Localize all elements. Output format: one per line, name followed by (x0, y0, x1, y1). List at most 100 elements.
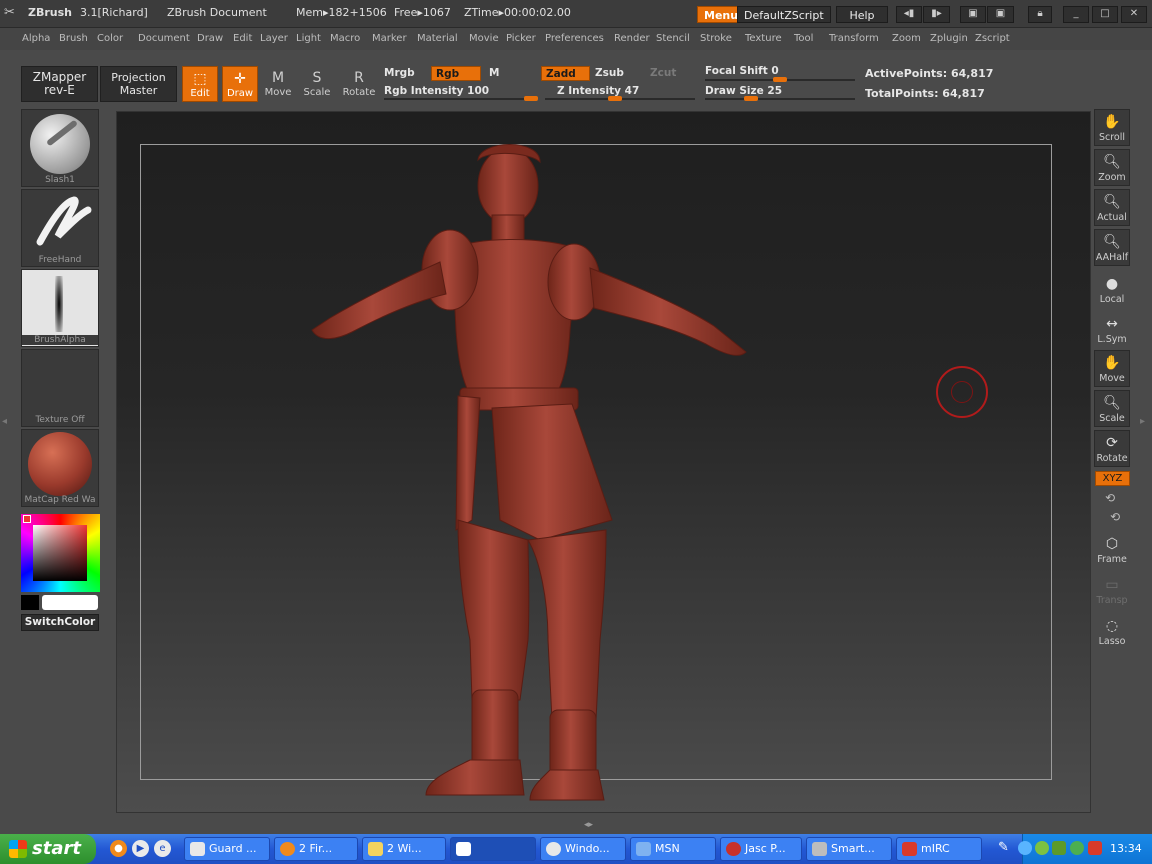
maximize-icon[interactable]: □ (1092, 6, 1118, 23)
menu-macro[interactable]: Macro (330, 33, 360, 44)
taskbar-item-windows-media[interactable]: Windo... (540, 837, 626, 861)
taskbar-item-msn[interactable]: MSN (630, 837, 716, 861)
menu-zoom[interactable]: Zoom (892, 33, 921, 44)
default-zscript-button[interactable]: DefaultZScript (737, 6, 831, 23)
right-tray-arrow-icon[interactable]: ▸ (1140, 416, 1145, 427)
menu-document[interactable]: Document (138, 33, 190, 44)
rotate-y-icon[interactable]: ⟲ (1105, 491, 1115, 505)
primary-color-swatch[interactable] (21, 595, 39, 610)
focal-shift-knob[interactable] (773, 77, 787, 82)
menu-brush[interactable]: Brush (59, 33, 88, 44)
menu-movie[interactable]: Movie (469, 33, 499, 44)
menu-alpha[interactable]: Alpha (22, 33, 50, 44)
taskbar-item-smart[interactable]: Smart... (806, 837, 892, 861)
xyz-rotation-toggle[interactable]: XYZ (1095, 471, 1130, 486)
actual-button[interactable]: 🔍︎ Actual (1094, 189, 1130, 226)
menu-zscript[interactable]: Zscript (975, 33, 1010, 44)
zsub-toggle[interactable]: Zsub (595, 67, 624, 79)
tray-pen-icon[interactable]: ✎ (998, 840, 1009, 855)
tray-network-icon[interactable] (1018, 841, 1032, 855)
z-intensity-knob[interactable] (608, 96, 622, 101)
menu-stencil[interactable]: Stencil (656, 33, 690, 44)
menu-light[interactable]: Light (296, 33, 321, 44)
menu-preferences[interactable]: Preferences (545, 33, 604, 44)
media-quicklaunch-icon[interactable]: ▶ (132, 840, 149, 857)
taskbar-item-zbrush[interactable] (450, 837, 536, 861)
material-slot[interactable]: MatCap Red Wa (21, 429, 99, 507)
draw-button[interactable]: ✛ Draw (222, 66, 258, 102)
scroll-button[interactable]: ✋ Scroll (1094, 109, 1130, 146)
draw-size-knob[interactable] (744, 96, 758, 101)
frame-button[interactable]: ⬡ Frame (1094, 532, 1130, 569)
zcut-toggle[interactable]: Zcut (650, 67, 676, 79)
draw-size-slider[interactable] (705, 98, 855, 100)
menu-tool[interactable]: Tool (794, 33, 813, 44)
menu-material[interactable]: Material (417, 33, 458, 44)
bottom-tray-arrow-icon[interactable]: ◂▸ (584, 820, 593, 830)
menu-edit[interactable]: Edit (233, 33, 252, 44)
texture-slot[interactable]: Texture Off (21, 349, 99, 427)
tray-right-icon[interactable]: ▮▸ (923, 6, 950, 23)
menu-draw[interactable]: Draw (197, 33, 223, 44)
rgb-intensity-slider[interactable] (384, 98, 538, 100)
stroke-slot[interactable]: FreeHand (21, 189, 99, 267)
switch-color-button[interactable]: SwitchColor (21, 614, 99, 631)
rotate-view-button[interactable]: ⟳ Rotate (1094, 430, 1130, 467)
help-button[interactable]: Help (836, 6, 888, 23)
zoom-button[interactable]: 🔍︎ Zoom (1094, 149, 1130, 186)
brush-slot[interactable]: Slash1 (21, 109, 99, 187)
scale-button[interactable]: S Scale (299, 66, 335, 102)
menu-picker[interactable]: Picker (506, 33, 536, 44)
color-picker[interactable] (21, 514, 100, 592)
lsym-button[interactable]: ↔ L.Sym (1094, 312, 1130, 349)
rotate-button[interactable]: R Rotate (341, 66, 377, 102)
rotate-z-icon[interactable]: ⟲ (1110, 510, 1120, 524)
mrgb-toggle[interactable]: Mrgb (384, 67, 415, 79)
move-view-button[interactable]: ✋ Move (1094, 350, 1130, 387)
minimize-icon[interactable]: _ (1063, 6, 1089, 23)
taskbar-item-windows-explorer[interactable]: 2 Wi... (362, 837, 446, 861)
close-icon[interactable]: ✕ (1121, 6, 1147, 23)
local-button[interactable]: ● Local (1094, 272, 1130, 309)
rgb-intensity-knob[interactable] (524, 96, 538, 101)
tray-alert-icon[interactable] (1088, 841, 1102, 855)
projection-master-button[interactable]: Projection Master (100, 66, 177, 102)
zadd-toggle[interactable]: Zadd (541, 66, 590, 81)
transp-button[interactable]: ▭ Transp (1094, 573, 1130, 610)
tray-left-icon[interactable]: ◂▮ (896, 6, 922, 23)
menu-stroke[interactable]: Stroke (700, 33, 732, 44)
edit-button[interactable]: ⬚ Edit (182, 66, 218, 102)
color-saturation-square[interactable] (33, 525, 87, 581)
menu-zplugin[interactable]: Zplugin (930, 33, 968, 44)
secondary-color-swatch[interactable] (42, 595, 98, 610)
taskbar-item-jasc[interactable]: Jasc P... (720, 837, 802, 861)
start-button[interactable]: start (0, 834, 96, 864)
aahalf-button[interactable]: 🔍︎ AAHalf (1094, 229, 1130, 266)
tray-antivirus-icon[interactable] (1035, 841, 1049, 855)
firefox-quicklaunch-icon[interactable]: ● (110, 840, 127, 857)
alpha-slot[interactable]: BrushAlpha (21, 269, 99, 347)
left-tray-arrow-icon[interactable]: ◂ (2, 416, 7, 427)
layout-alt-icon[interactable]: ▣ (987, 6, 1014, 23)
tray-messenger-icon[interactable] (1070, 841, 1084, 855)
scale-view-button[interactable]: 🔍︎ Scale (1094, 390, 1130, 427)
menu-transform[interactable]: Transform (829, 33, 879, 44)
menu-marker[interactable]: Marker (372, 33, 407, 44)
move-button[interactable]: M Move (260, 66, 296, 102)
rgb-toggle[interactable]: Rgb (431, 66, 481, 81)
menu-layer[interactable]: Layer (260, 33, 288, 44)
layout-icon[interactable]: ▣ (960, 6, 986, 23)
menu-render[interactable]: Render (614, 33, 650, 44)
tray-download-icon[interactable] (1052, 841, 1066, 855)
lasso-button[interactable]: ◌ Lasso (1094, 614, 1130, 651)
taskbar-item-mirc[interactable]: mIRC (896, 837, 982, 861)
menu-texture[interactable]: Texture (745, 33, 782, 44)
taskbar-item-firefox[interactable]: 2 Fir... (274, 837, 358, 861)
zmapper-button[interactable]: ZMapper rev-E (21, 66, 98, 102)
taskbar-item-guard[interactable]: Guard ... (184, 837, 270, 861)
menu-color[interactable]: Color (97, 33, 123, 44)
browser-quicklaunch-icon[interactable]: e (154, 840, 171, 857)
m-toggle[interactable]: M (489, 67, 499, 79)
lock-icon[interactable]: 🔒︎ (1028, 6, 1052, 23)
windows-flag-icon (9, 840, 27, 858)
